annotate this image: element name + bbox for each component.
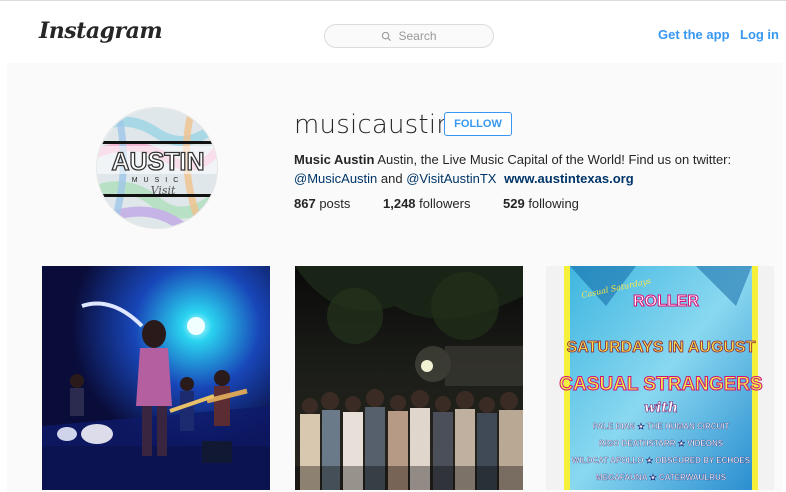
website-link[interactable]: www.austintexas.org [504, 171, 634, 186]
profile-avatar[interactable]: AUSTIN MUSIC Visit [96, 107, 218, 229]
svg-text:WILDCAT APOLLO ★ OBSCURED BY E: WILDCAT APOLLO ★ OBSCURED BY ECHOES [572, 456, 751, 465]
follow-button[interactable]: FOLLOW [444, 112, 512, 136]
svg-text:with: with [644, 400, 678, 416]
profile-bio: Music Austin Austin, the Live Music Capi… [294, 150, 764, 188]
event-poster: Casual Saturdays ROLLER SATURDAYS IN AUG… [559, 266, 763, 490]
svg-text:ROLLER: ROLLER [633, 293, 699, 310]
search-placeholder: Search [398, 29, 437, 43]
instagram-logo[interactable]: Instagram [39, 18, 163, 44]
avatar-title: AUSTIN [111, 148, 204, 176]
svg-text:MEGAFAUNA ★ CATERWAULRUS: MEGAFAUNA ★ CATERWAULRUS [596, 473, 727, 482]
bio-text: Austin, the Live Music Capital of the Wo… [374, 152, 732, 167]
profile-stats: 867 posts 1,248 followers 529 following [294, 196, 579, 211]
svg-text:CASUAL STRANGERS: CASUAL STRANGERS [559, 374, 762, 395]
crowd-photo [295, 266, 523, 490]
twitter-handle-visitaustintx[interactable]: @VisitAustinTX [406, 171, 496, 186]
navbar: Instagram Search Get the app Log in [0, 1, 786, 63]
post-thumbnail-crowd[interactable] [295, 266, 523, 490]
svg-text:SATURDAYS IN AUGUST: SATURDAYS IN AUGUST [567, 339, 756, 356]
post-thumbnail-concert[interactable] [42, 266, 270, 490]
search-input[interactable]: Search [324, 24, 494, 48]
bio-and: and [377, 171, 407, 186]
svg-text:MUSIC: MUSIC [132, 177, 185, 184]
get-the-app-link[interactable]: Get the app [658, 27, 730, 42]
concert-photo [42, 266, 270, 490]
svg-text:Visit: Visit [151, 184, 176, 197]
svg-text:PALE DIAN ★ THE HUMAN CIRCUIT: PALE DIAN ★ THE HUMAN CIRCUIT [593, 422, 730, 431]
login-link[interactable]: Log in [740, 27, 779, 42]
svg-text:RIGO DEATHSTARR ★ VIDEONS: RIGO DEATHSTARR ★ VIDEONS [599, 439, 724, 448]
following-count[interactable]: 529 following [503, 196, 579, 211]
profile-username: musicaustin [294, 110, 453, 140]
post-thumbnail-poster[interactable]: Casual Saturdays ROLLER SATURDAYS IN AUG… [546, 266, 774, 490]
profile-full-name: Music Austin [294, 152, 375, 167]
austin-music-logo: AUSTIN MUSIC Visit [97, 108, 217, 228]
twitter-handle-musicaustin[interactable]: @MusicAustin [294, 171, 377, 186]
followers-count[interactable]: 1,248 followers [383, 196, 503, 211]
search-icon [382, 31, 392, 41]
posts-count: 867 posts [294, 196, 351, 211]
